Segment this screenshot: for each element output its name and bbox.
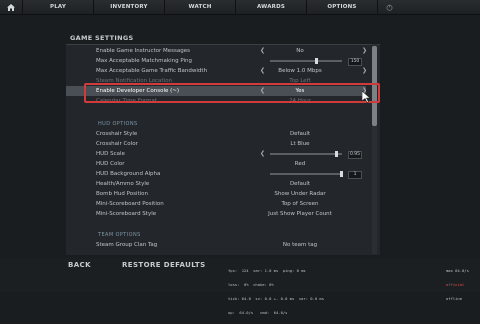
slider-knob[interactable] [340,171,343,177]
nav-watch[interactable]: WATCH [164,0,235,14]
hud-row-color[interactable]: HUD Color Red [66,159,366,169]
setting-label: HUD Color [96,161,125,167]
arrow-left-icon[interactable]: ❮ [260,149,265,159]
hud-row-crosshair-color[interactable]: Crosshair Color Lt Blue [66,139,366,149]
settings-scrollbar[interactable] [372,44,377,254]
ping-slider[interactable] [270,60,342,62]
slider-value[interactable]: 0.95 [348,151,362,159]
hud-options-header: HUD OPTIONS [98,121,138,127]
top-nav-bar: PLAY INVENTORY WATCH AWARDS OPTIONS [0,0,480,15]
net-graph: fps: 124 var: 1.0 ms ping: 0 ms loss: 0%… [228,260,324,324]
power-button[interactable] [377,0,400,14]
setting-value: Just Show Player Count [268,211,332,217]
nav-awards[interactable]: AWARDS [235,0,306,14]
setting-label: Crosshair Color [96,141,138,147]
setting-value: No team tag [282,242,318,248]
setting-label: Steam Group Clan Tag [96,242,158,248]
hud-scale-slider[interactable] [270,153,342,155]
setting-row-ping[interactable]: Max Acceptable Matchmaking Ping 150 [66,56,366,66]
net-graph-line: max 64.0/s [446,268,469,274]
setting-value: Top of Screen [281,201,319,207]
setting-label: Mini-Scoreboard Position [96,201,164,207]
setting-label: Max Acceptable Game Traffic Bandwidth [96,68,208,74]
arrow-right-icon[interactable]: ❯ [362,46,367,56]
net-graph-line: offline [446,295,463,301]
setting-label: Max Acceptable Matchmaking Ping [96,58,193,64]
net-graph-line: up: 64.0/s cmd: 64.0/s [228,309,288,315]
nav-inventory[interactable]: INVENTORY [93,0,164,14]
net-graph-line: tick: 64.0 sv: 0.0 +- 0.0 ms var: 0.0 ms [228,295,325,301]
annotation-highlight [84,83,380,103]
setting-value: Lt Blue [290,141,310,147]
restore-defaults-button[interactable]: RESTORE DEFAULTS [122,261,206,269]
hud-row-scoreboard-style[interactable]: Mini-Scoreboard Style Just Show Player C… [66,209,366,219]
slider-knob[interactable] [335,151,338,157]
setting-value: Show Under Radar [274,191,326,197]
net-graph-line: loss: 0% choke: 0% [228,281,274,287]
net-graph-line: official [446,281,465,287]
settings-panel: Enable Game Instructor Messages ❮ No ❯ M… [66,44,380,255]
team-options-header: TEAM OPTIONS [98,232,141,238]
hud-row-scoreboard-position[interactable]: Mini-Scoreboard Position Top of Screen [66,199,366,209]
back-button[interactable]: BACK [68,261,91,269]
setting-value: Default [289,131,311,137]
home-button[interactable] [0,0,22,14]
setting-label: Bomb Hud Position [96,191,149,197]
footer-bar: BACK RESTORE DEFAULTS fps: 124 var: 1.0 … [0,258,480,314]
slider-knob[interactable] [315,58,318,64]
home-icon [7,3,15,11]
hud-row-crosshair-style[interactable]: Crosshair Style Default [66,129,366,139]
hud-row-health-ammo[interactable]: Health/Ammo Style Default [66,179,366,189]
hud-row-bg-alpha[interactable]: HUD Background Alpha 1 [66,169,366,179]
hud-row-bomb-position[interactable]: Bomb Hud Position Show Under Radar [66,189,366,199]
team-row-clan-tag[interactable]: Steam Group Clan Tag No team tag [66,240,366,250]
net-graph-line: fps: 124 var: 1.0 ms ping: 0 ms [228,268,306,274]
hud-row-scale[interactable]: HUD Scale ❮ 0.95 [66,149,366,159]
arrow-right-icon[interactable]: ❯ [362,66,367,76]
setting-label: Mini-Scoreboard Style [96,211,157,217]
setting-label: HUD Background Alpha [96,171,161,177]
setting-value: No [296,48,304,54]
setting-label: Crosshair Style [96,131,138,137]
setting-label: Health/Ammo Style [96,181,150,187]
page-title: GAME SETTINGS [70,34,134,42]
power-icon [386,4,392,11]
setting-label: Enable Game Instructor Messages [96,48,191,54]
slider-value[interactable]: 1 [348,171,362,179]
setting-value: Red [294,161,306,167]
slider-value[interactable]: 150 [348,58,362,66]
setting-label: HUD Scale [96,151,125,157]
setting-row-bandwidth[interactable]: Max Acceptable Game Traffic Bandwidth ❮ … [66,66,367,76]
setting-row-instructor[interactable]: Enable Game Instructor Messages ❮ No ❯ [66,46,367,56]
nav-play[interactable]: PLAY [22,0,93,14]
net-graph-right: max 64.0/s official offline [446,260,469,311]
hud-alpha-slider[interactable] [270,173,342,175]
setting-value: Default [289,181,311,187]
nav-options[interactable]: OPTIONS [306,0,377,14]
setting-value: Below 1.0 Mbps [278,68,322,74]
